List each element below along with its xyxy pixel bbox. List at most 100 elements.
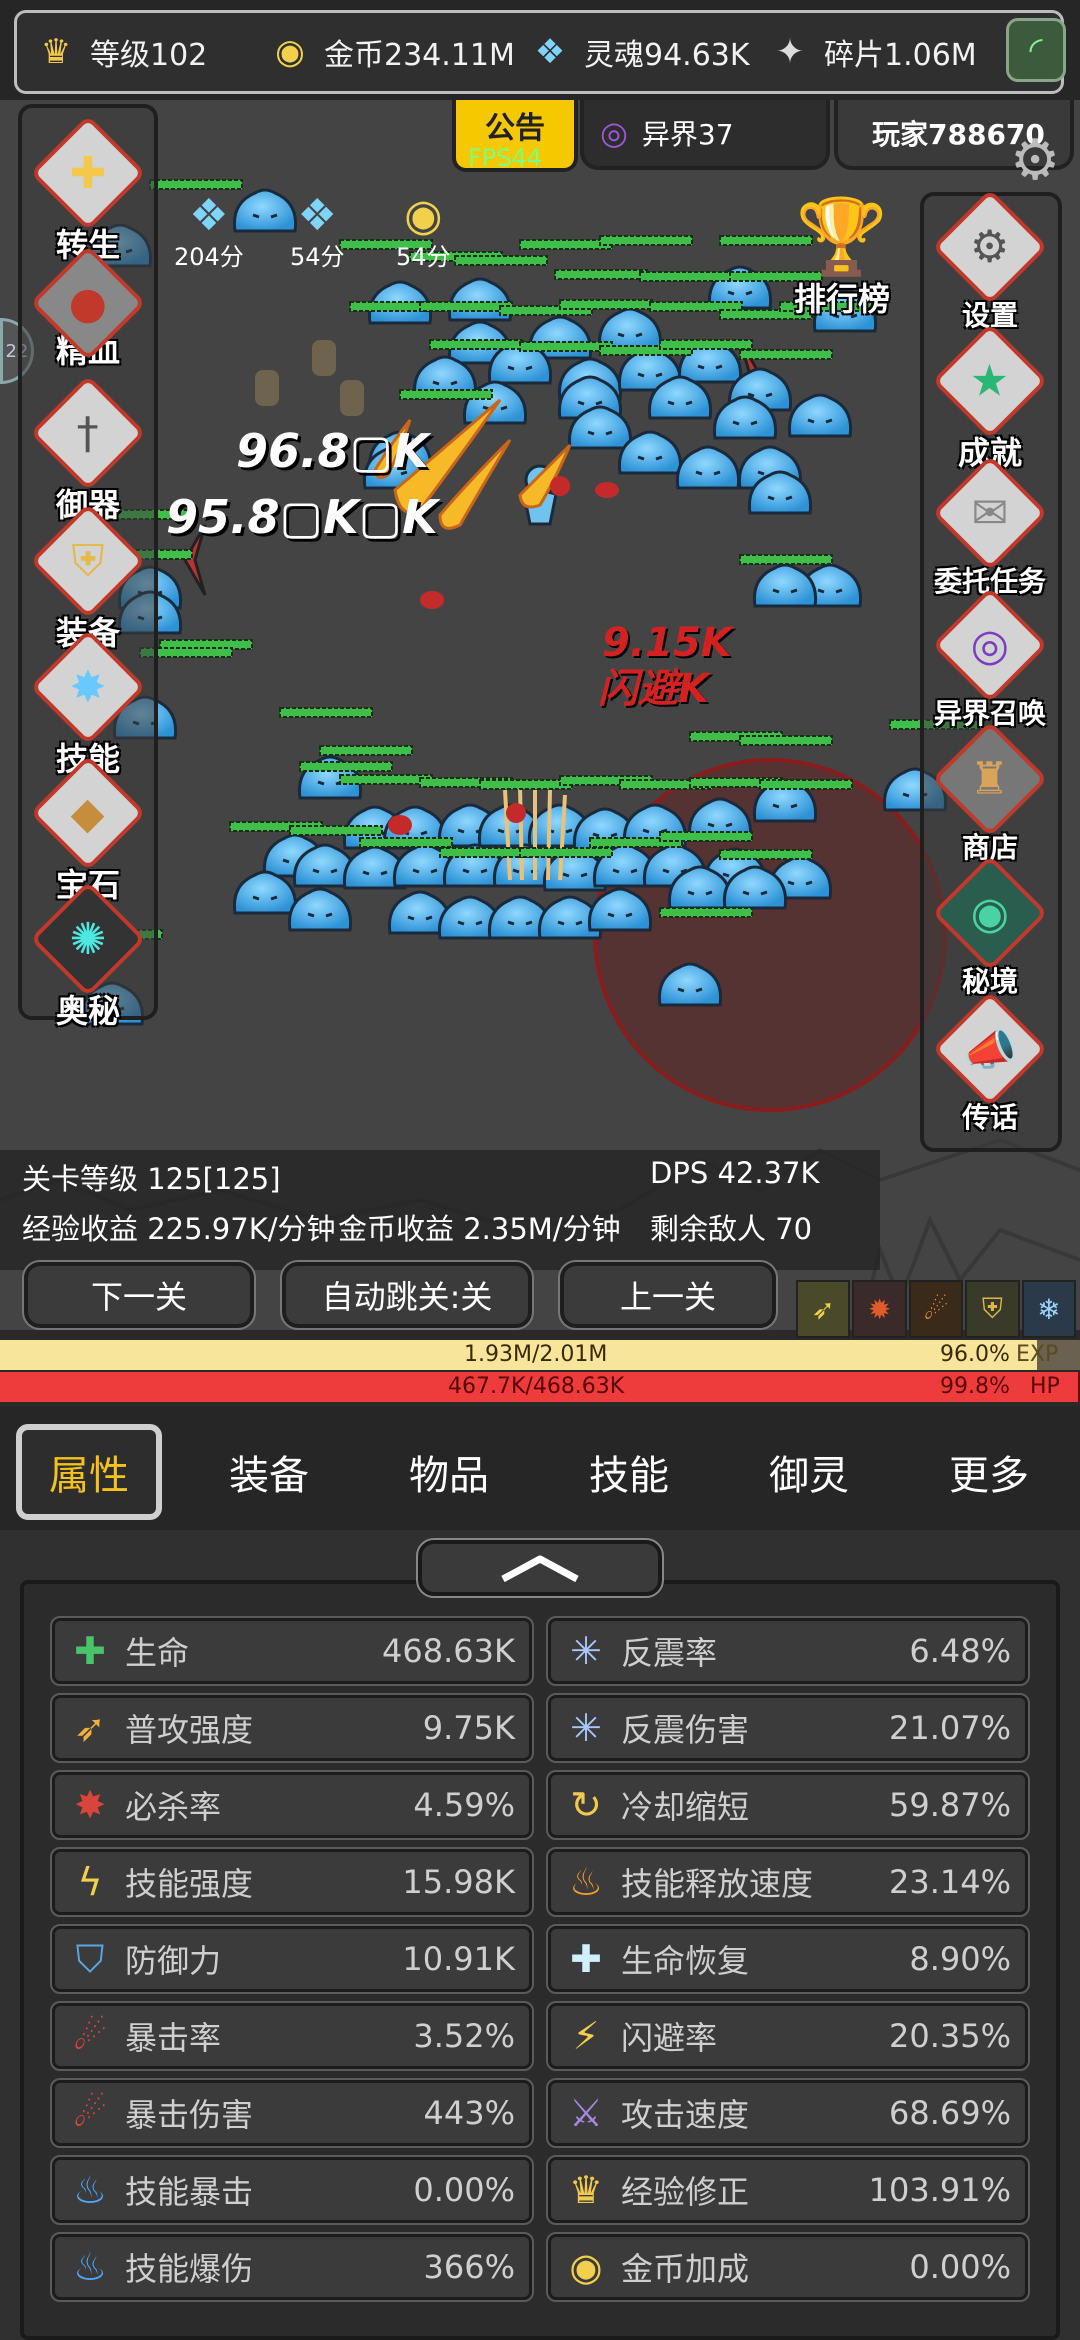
enemy-hp-bar xyxy=(659,907,753,918)
skill-slot-burst-icon[interactable]: ✹ xyxy=(852,1280,907,1338)
stat-name: 技能暴击 xyxy=(125,2173,254,2211)
stat-row[interactable]: ☄ 暴击伤害 443% xyxy=(50,2078,534,2148)
sword-icon: † xyxy=(77,407,99,459)
tab-skills[interactable]: 技能 xyxy=(564,1432,694,1512)
stat-name: 闪避率 xyxy=(621,2019,718,2057)
sword-icon: ⚔ xyxy=(568,2091,604,2135)
notice-label: 公告 xyxy=(485,111,545,146)
menu-broadcast[interactable]: 📣 传话 xyxy=(920,991,1060,1136)
menu-rebirth[interactable]: ✚ 转生 xyxy=(18,115,158,266)
network-signal-button[interactable]: ◜ xyxy=(1006,18,1066,82)
otherworld-level[interactable]: ◎ 异界37 xyxy=(580,100,830,170)
mystic-orb-icon: ✺ xyxy=(69,913,107,965)
skill-slot-feather-icon[interactable]: ➶ xyxy=(796,1280,851,1338)
stat-row[interactable]: ✸ 必杀率 4.59% xyxy=(50,1770,534,1840)
stat-row[interactable]: ✳ 反震率 6.48% xyxy=(546,1616,1030,1686)
stat-value: 8.90% xyxy=(909,1940,1011,1978)
plus-icon: ✚ xyxy=(74,1629,106,1673)
stat-row[interactable]: ♨ 技能爆伤 366% xyxy=(50,2232,534,2302)
stat-row[interactable]: ◉ 金币加成 0.00% xyxy=(546,2232,1030,2302)
enemy-hp-bar xyxy=(279,707,373,718)
signal-icon: ◜ xyxy=(1029,30,1043,70)
swirl-icon: ↻ xyxy=(570,1783,602,1827)
blue-flame-icon: ♨ xyxy=(72,2168,108,2212)
stat-row[interactable]: ϟ 技能强度 15.98K xyxy=(50,1847,534,1917)
blue-flame-icon: ♨ xyxy=(72,2245,108,2289)
damage-number: 95.8▢K▢K xyxy=(166,490,438,544)
skill-slot-meteor-icon[interactable]: ☄ xyxy=(908,1280,964,1338)
enemy-hp-bar xyxy=(479,779,573,790)
crown-icon: ♛ xyxy=(40,32,72,72)
fire-icon: ♨ xyxy=(568,1860,604,1904)
level-text: 等级102 xyxy=(90,38,208,73)
stat-row[interactable]: ✳ 反震伤害 21.07% xyxy=(546,1693,1030,1763)
enemy-hp-bar xyxy=(599,235,693,246)
meat-icon: ● xyxy=(68,277,108,329)
stat-value: 15.98K xyxy=(402,1863,515,1901)
claw-icon: ☄ xyxy=(72,2014,108,2058)
next-stage-button[interactable]: 下一关 xyxy=(22,1260,256,1330)
gold-text: 金币234.11M xyxy=(324,38,515,73)
tab-bar: 属性 装备 物品 技能 御灵 更多 xyxy=(0,1406,1080,1530)
menu-commission[interactable]: ✉ 委托任务 xyxy=(920,455,1060,600)
stat-name: 暴击伤害 xyxy=(125,2096,254,2134)
stat-row[interactable]: ♨ 技能释放速度 23.14% xyxy=(546,1847,1030,1917)
collapse-panel-button[interactable] xyxy=(416,1538,664,1598)
soul-icon: ❖ xyxy=(534,32,566,72)
stat-name: 暴击率 xyxy=(125,2019,222,2057)
soul-display: ❖ 灵魂94.63K xyxy=(524,22,750,82)
enemy-hp-bar xyxy=(319,745,413,756)
level-display: ♛ 等级102 xyxy=(30,22,208,82)
tab-spirits[interactable]: 御灵 xyxy=(744,1432,874,1512)
auto-skip-toggle[interactable]: 自动跳关:关 xyxy=(280,1260,534,1330)
vortex-icon: ◎ xyxy=(970,619,1010,671)
menu-mystery[interactable]: ✺ 奥秘 xyxy=(18,881,158,1032)
stat-row[interactable]: ⛉ 防御力 10.91K xyxy=(50,1924,534,1994)
skill-slot-ice-icon[interactable]: ❄ xyxy=(1021,1280,1077,1338)
menu-settings[interactable]: ⚙ 设置 xyxy=(920,189,1060,334)
stat-row[interactable]: ☄ 暴击率 3.52% xyxy=(50,2001,534,2071)
trophy-icon: 🏆 xyxy=(795,194,889,280)
stat-value: 4.59% xyxy=(413,1786,515,1824)
menu-secret-realm[interactable]: ◉ 秘境 xyxy=(920,855,1060,1000)
enemy-hp-bar xyxy=(559,299,653,310)
stat-name: 技能释放速度 xyxy=(621,1865,814,1903)
enemy-hp-bar xyxy=(359,837,453,848)
drop-item[interactable]: ◉ 54分 xyxy=(396,190,451,272)
star-icon: ★ xyxy=(970,355,1010,407)
drop-item[interactable]: ❖ 204分 xyxy=(174,190,244,272)
stat-name: 经验修正 xyxy=(621,2173,750,2211)
menu-achievements[interactable]: ★ 成就 xyxy=(920,323,1060,474)
stat-value: 443% xyxy=(423,2094,515,2132)
tab-items[interactable]: 物品 xyxy=(384,1432,514,1512)
stat-row[interactable]: ➶ 普攻强度 9.75K xyxy=(50,1693,534,1763)
enemy-hp-bar xyxy=(419,301,513,312)
prev-stage-button[interactable]: 上一关 xyxy=(558,1260,778,1330)
menu-summon[interactable]: ◎ 异界召唤 xyxy=(920,587,1060,732)
stat-name: 必杀率 xyxy=(125,1788,222,1826)
stat-name: 技能爆伤 xyxy=(125,2250,254,2288)
dodge-text: 闪避K xyxy=(598,666,709,712)
stat-row[interactable]: ♨ 技能暴击 0.00% xyxy=(50,2155,534,2225)
tab-attributes[interactable]: 属性 xyxy=(16,1424,162,1520)
tab-equipment[interactable]: 装备 xyxy=(204,1432,334,1512)
enemy-hp-bar xyxy=(149,179,243,190)
stat-row[interactable]: ✚ 生命恢复 8.90% xyxy=(546,1924,1030,1994)
tab-more[interactable]: 更多 xyxy=(924,1432,1054,1512)
stat-row[interactable]: ⚔ 攻击速度 68.69% xyxy=(546,2078,1030,2148)
drop-item[interactable]: ❖ 54分 xyxy=(290,190,345,272)
coin-icon: ◉ xyxy=(569,2245,603,2289)
soul-drop-icon: ❖ xyxy=(297,190,337,241)
menu-shop[interactable]: ♜ 商店 xyxy=(920,721,1060,866)
gold-coin-icon: ◉ xyxy=(275,32,305,72)
stat-row[interactable]: ⚡ 闪避率 20.35% xyxy=(546,2001,1030,2071)
battlefield[interactable] xyxy=(0,100,1080,1330)
stat-value: 10.91K xyxy=(402,1940,515,1978)
stat-row[interactable]: ✚ 生命 468.63K xyxy=(50,1616,534,1686)
leaderboard-button[interactable]: 🏆 排行榜 xyxy=(772,200,912,320)
gear-icon[interactable]: ⚙ xyxy=(1010,128,1060,193)
stat-row[interactable]: ↻ 冷却缩短 59.87% xyxy=(546,1770,1030,1840)
skill-slot-shield-icon[interactable]: ⛨ xyxy=(965,1280,1020,1338)
menu-essence[interactable]: ● 精血 xyxy=(18,245,158,372)
stat-row[interactable]: ♛ 经验修正 103.91% xyxy=(546,2155,1030,2225)
